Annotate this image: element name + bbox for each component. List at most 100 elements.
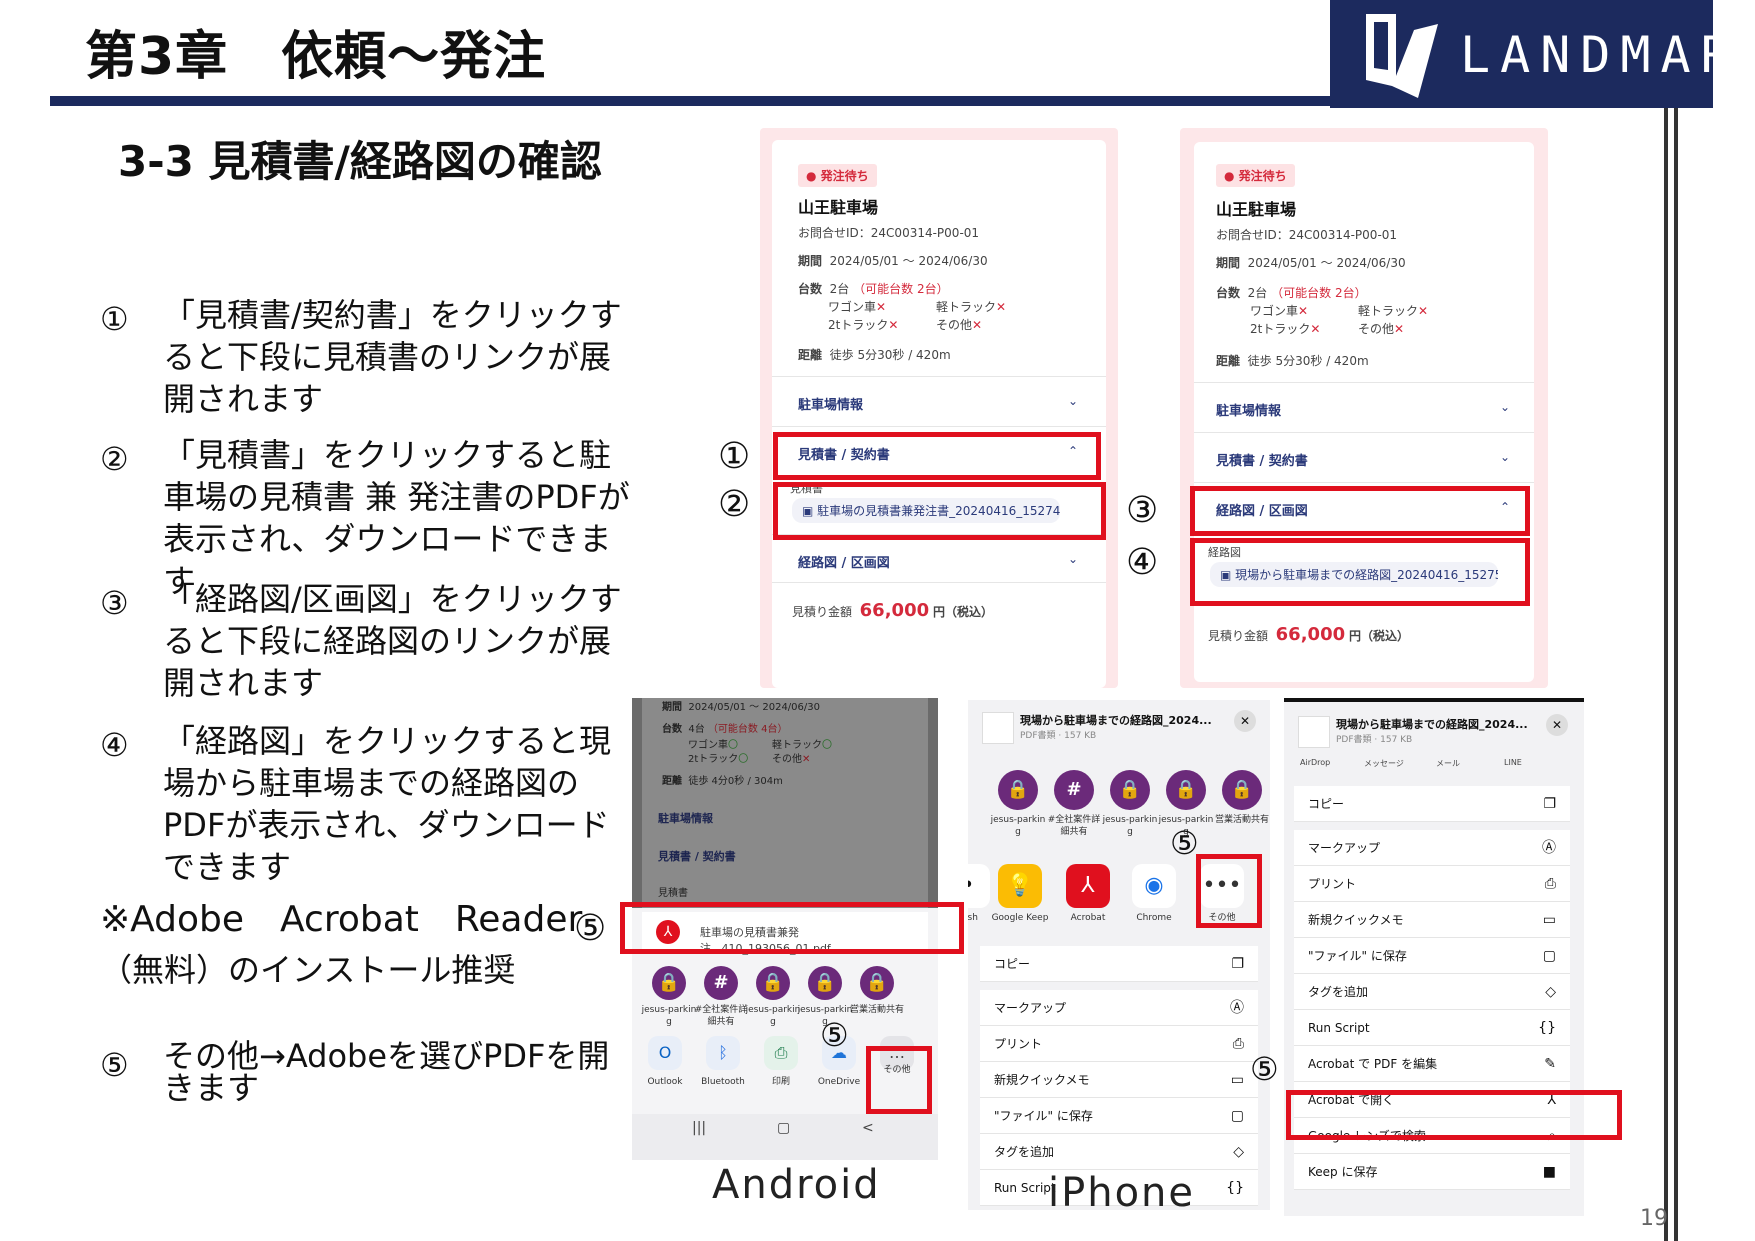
unavailable-icon: ✕	[1394, 322, 1405, 336]
slack-app-icon[interactable]: 🔒	[1166, 770, 1206, 810]
step-number: ④	[100, 726, 129, 764]
header-rule	[50, 96, 1330, 106]
share-target-airdrop[interactable]: AirDrop	[1300, 758, 1330, 767]
menu-add-tag[interactable]: タグを追加 ◇	[1294, 974, 1570, 1010]
android-label: Android	[712, 1162, 881, 1208]
markup-icon: Ⓐ	[1542, 840, 1556, 856]
menu-run-script[interactable]: Run Script {}	[1294, 1010, 1570, 1046]
section-estimate-contract[interactable]: 見積書 / 契約書	[1216, 450, 1308, 469]
app-label: jesus-parkin g	[745, 1005, 801, 1027]
note-line1: ※Adobe Acrobat Reader	[100, 899, 583, 940]
bluetooth-icon[interactable]: ᛒ	[706, 1036, 740, 1070]
recent-apps-icon[interactable]: |||	[692, 1120, 706, 1136]
app-label: #全社案件詳細共有	[694, 1005, 748, 1027]
menu-label: "ファイル" に保存	[994, 1109, 1093, 1123]
step-number: ③	[100, 584, 129, 622]
menu-copy[interactable]: コピー ❐	[980, 946, 1258, 982]
menu-print[interactable]: プリント ⎙	[1294, 866, 1570, 902]
menu-keep-save[interactable]: Keep に保存 ■	[1294, 1154, 1570, 1190]
distance-value: 徒歩 5分30秒 / 420m	[1247, 354, 1369, 368]
menu-acrobat-edit[interactable]: Acrobat で PDF を編集 ✎	[1294, 1046, 1570, 1082]
file-thumbnail	[982, 712, 1014, 744]
menu-label: プリント	[994, 1037, 1043, 1051]
menu-label: コピー	[1308, 797, 1345, 811]
close-icon[interactable]: ✕	[1546, 714, 1568, 736]
tag-icon: ◇	[1545, 984, 1556, 1000]
chevron-down-icon[interactable]: ⌄	[1068, 552, 1078, 566]
print-icon[interactable]: ⎙	[764, 1036, 798, 1070]
section-parking-info[interactable]: 駐車場情報	[798, 394, 863, 413]
chevron-down-icon[interactable]: ⌄	[1500, 400, 1510, 414]
highlight-box	[1190, 486, 1530, 536]
vehicle-type: 2tトラック	[828, 318, 889, 332]
chrome-icon[interactable]: ◉	[1132, 864, 1176, 908]
markup-icon: Ⓐ	[1230, 1000, 1244, 1016]
section-route-map[interactable]: 経路図 / 区画図	[798, 552, 890, 571]
slack-app-icon[interactable]: 🔒	[756, 966, 790, 1000]
menu-print[interactable]: プリント ⎙	[980, 1026, 1258, 1062]
home-icon[interactable]: ▢	[777, 1120, 790, 1136]
estimate-label: 見積書	[658, 888, 688, 899]
chevron-down-icon[interactable]: ⌄	[1068, 394, 1078, 408]
count-label: 台数	[1216, 286, 1241, 300]
menu-quick-note[interactable]: 新規クイックメモ ▭	[980, 1062, 1258, 1098]
step-number: ②	[100, 440, 129, 478]
slack-app-icon[interactable]: 🔒	[808, 966, 842, 1000]
available-count: （可能台数 2台）	[1271, 286, 1367, 300]
logo-text: LANDMARK	[1460, 26, 1755, 84]
slack-app-icon[interactable]: 🔒	[652, 966, 686, 1000]
vehicle-type: その他	[936, 318, 973, 332]
slack-channel-icon[interactable]: #	[1054, 770, 1094, 810]
folder-icon: ▢	[1542, 948, 1556, 964]
menu-copy[interactable]: コピー ❐	[1294, 786, 1570, 822]
acrobat-icon[interactable]: ⅄	[1066, 864, 1110, 908]
section-estimate-contract[interactable]: 見積書 / 契約書	[658, 848, 736, 864]
back-icon[interactable]: <	[862, 1120, 874, 1136]
menu-add-tag[interactable]: タグを追加 ◇	[980, 1134, 1258, 1170]
outlook-icon[interactable]: O	[648, 1036, 682, 1070]
menu-markup[interactable]: マークアップ Ⓐ	[1294, 830, 1570, 866]
section-parking-info[interactable]: 駐車場情報	[1216, 400, 1281, 419]
iphone-label: iPhone	[1048, 1170, 1196, 1216]
menu-save-files[interactable]: "ファイル" に保存 ▢	[980, 1098, 1258, 1134]
price-label: 見積り金額	[1208, 629, 1269, 643]
share-target-mail[interactable]: メール	[1436, 758, 1460, 769]
slack-channel-icon[interactable]: #	[704, 966, 738, 1000]
price-label: 見積り金額	[792, 605, 853, 619]
app-label: Outlook	[647, 1077, 683, 1087]
share-target-line[interactable]: LINE	[1504, 758, 1522, 767]
slack-app-icon[interactable]: 🔒	[860, 966, 894, 1000]
period-value: 2024/05/01 ～ 2024/06/30	[829, 254, 988, 268]
section-parking-info[interactable]: 駐車場情報	[658, 810, 713, 826]
menu-markup[interactable]: マークアップ Ⓐ	[980, 990, 1258, 1026]
distance-label: 距離	[798, 348, 823, 362]
share-target-messages[interactable]: メッセージ	[1364, 758, 1404, 769]
unavailable-icon: ✕	[1310, 322, 1321, 336]
slack-app-icon[interactable]: 🔒	[1110, 770, 1150, 810]
landmark-logo: LANDMARK	[1330, 0, 1755, 108]
bookmark-icon: ■	[1542, 1164, 1556, 1180]
divider	[1194, 382, 1534, 383]
menu-label: Keep に保存	[1308, 1165, 1378, 1179]
script-icon: {}	[1538, 1020, 1556, 1036]
slack-app-icon[interactable]: 🔒	[1222, 770, 1262, 810]
count-value: 2台	[1247, 286, 1268, 300]
margin-line	[1664, 108, 1668, 1241]
file-title: 現場から駐車場までの経路図_2024...	[1020, 714, 1212, 727]
available-count: （可能台数 2台）	[853, 282, 949, 296]
period-label: 期間	[1216, 256, 1241, 270]
partial-app-icon[interactable]: •	[968, 864, 990, 908]
slack-app-icon[interactable]: 🔒	[998, 770, 1038, 810]
app-label: Chrome	[1136, 913, 1172, 923]
chevron-down-icon[interactable]: ⌄	[1500, 450, 1510, 464]
menu-quick-note[interactable]: 新規クイックメモ ▭	[1294, 902, 1570, 938]
callout-number: ②	[718, 484, 751, 525]
google-keep-icon[interactable]: 💡	[998, 864, 1042, 908]
period-value: 2024/05/01 ～ 2024/06/30	[688, 702, 820, 713]
menu-save-files[interactable]: "ファイル" に保存 ▢	[1294, 938, 1570, 974]
price-unit: 円（税込）	[932, 605, 993, 619]
vehicle-type: ワゴン車	[828, 300, 877, 314]
close-icon[interactable]: ✕	[1234, 710, 1256, 732]
period-label: 期間	[798, 254, 823, 268]
chapter-title: 第3章 依頼～発注	[85, 27, 547, 87]
